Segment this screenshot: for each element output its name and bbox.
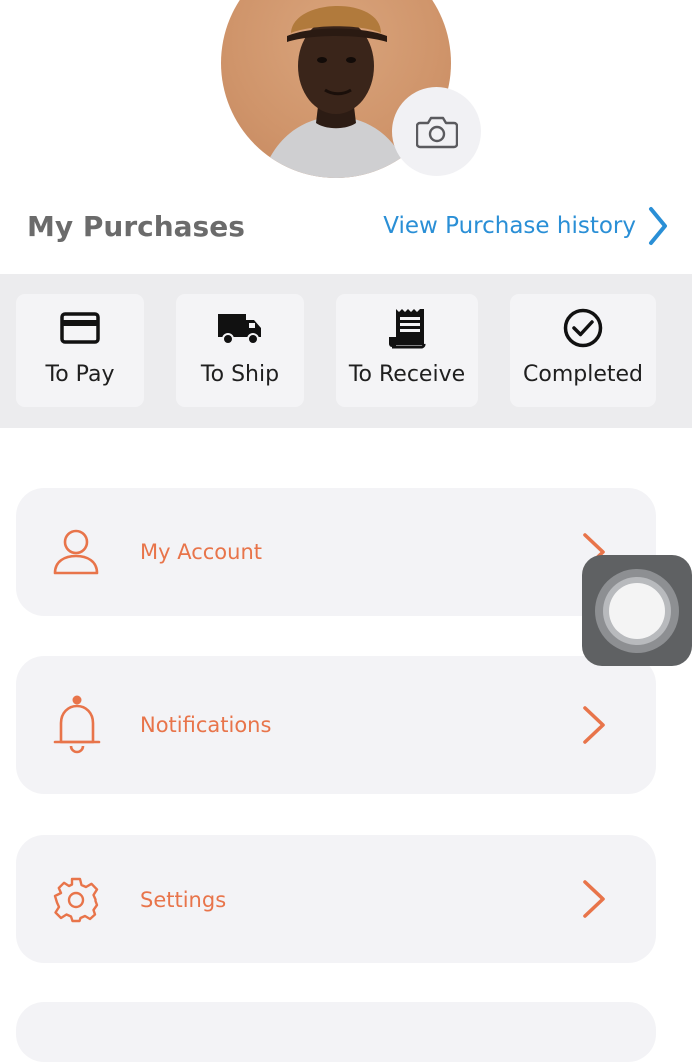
status-label: To Pay [45,362,115,387]
status-to-receive[interactable]: To Receive [336,294,478,407]
chevron-right-icon [649,207,667,245]
gear-icon [53,877,99,923]
menu-item-notifications[interactable]: Notifications [16,656,656,794]
status-label: To Receive [348,362,466,387]
menu-label: Settings [140,888,227,912]
menu-label: Notifications [140,713,272,737]
menu-item-my-account[interactable]: My Account [16,488,656,616]
status-completed[interactable]: Completed [510,294,656,407]
menu-item-settings[interactable]: Settings [16,835,656,963]
credit-card-icon [60,312,100,344]
check-circle-icon [563,308,603,348]
status-label: Completed [523,362,643,387]
change-photo-button[interactable] [392,87,481,176]
assistive-touch-icon [595,568,679,653]
menu-label: My Account [140,540,263,564]
bell-icon [53,695,101,754]
truck-icon [218,314,261,345]
order-status-strip: To Pay To Ship To Receive Completed [0,274,692,428]
camera-icon [415,116,458,148]
purchases-title: My Purchases [27,210,245,243]
chevron-right-icon [583,880,605,918]
history-link-label: View Purchase history [383,213,636,239]
assistive-touch-button[interactable] [582,555,692,666]
status-to-ship[interactable]: To Ship [176,294,304,407]
status-to-pay[interactable]: To Pay [16,294,144,407]
status-label: To Ship [200,362,280,387]
receipt-icon [389,309,426,349]
user-icon [53,529,99,575]
menu-item-partial[interactable] [16,1002,656,1062]
view-purchase-history-link[interactable]: View Purchase history [383,204,668,248]
chevron-right-icon [583,706,605,744]
